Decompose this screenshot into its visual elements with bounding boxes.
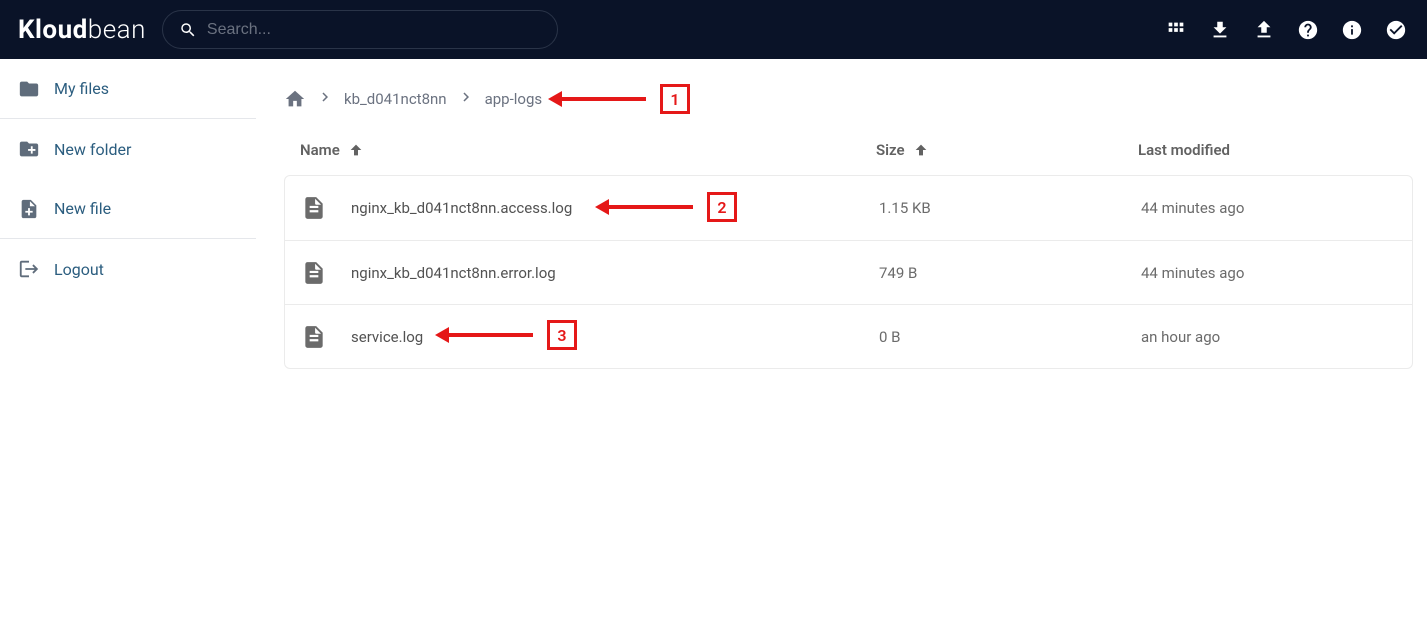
sidebar-item-label: New file (54, 199, 111, 218)
sort-asc-icon (348, 142, 364, 158)
logo[interactable]: Kloudbean (18, 15, 146, 45)
upload-icon[interactable] (1253, 19, 1275, 41)
breadcrumb-item[interactable]: kb_d041nct8nn (344, 90, 447, 108)
file-plus-icon (18, 198, 40, 220)
table-header: Name Size Last modified (284, 125, 1413, 175)
sidebar-item-logout[interactable]: Logout (0, 239, 256, 299)
file-modified: an hour ago (1141, 328, 1396, 346)
file-row[interactable]: nginx_kb_d041nct8nn.access.log 1.15 KB 4… (285, 176, 1412, 240)
file-size: 749 B (879, 264, 1141, 282)
sidebar-item-my-files[interactable]: My files (0, 59, 256, 119)
file-icon (301, 195, 327, 221)
sidebar-item-new-file[interactable]: New file (0, 179, 256, 239)
folder-icon (18, 78, 40, 100)
column-header-modified[interactable]: Last modified (1138, 141, 1397, 159)
column-header-size[interactable]: Size (876, 141, 1138, 159)
help-icon[interactable] (1297, 19, 1319, 41)
file-icon (301, 324, 327, 350)
home-icon[interactable] (284, 88, 306, 110)
breadcrumb-item[interactable]: app-logs (485, 90, 543, 108)
file-modified: 44 minutes ago (1141, 264, 1396, 282)
file-modified: 44 minutes ago (1141, 199, 1396, 217)
sort-asc-icon (913, 142, 929, 158)
file-name: service.log (351, 328, 879, 346)
app-header: Kloudbean (0, 0, 1427, 59)
logout-icon (18, 258, 40, 280)
sidebar-item-new-folder[interactable]: New folder (0, 119, 256, 179)
sidebar-item-label: My files (54, 79, 109, 98)
search-icon (179, 21, 197, 39)
file-size: 1.15 KB (879, 199, 1141, 217)
grid-view-icon[interactable] (1165, 19, 1187, 41)
sidebar-item-label: New folder (54, 140, 131, 159)
file-size: 0 B (879, 328, 1141, 346)
chevron-right-icon (316, 88, 334, 111)
sidebar-item-label: Logout (54, 260, 104, 279)
logo-bold: Kloud (18, 15, 88, 45)
file-row[interactable]: service.log 0 B an hour ago 3 (285, 304, 1412, 368)
search-input[interactable] (207, 21, 541, 39)
logo-thin: bean (88, 15, 146, 45)
info-icon[interactable] (1341, 19, 1363, 41)
chevron-right-icon (457, 88, 475, 111)
check-circle-icon[interactable] (1385, 19, 1407, 41)
file-name: nginx_kb_d041nct8nn.error.log (351, 264, 879, 282)
column-header-name[interactable]: Name (300, 141, 876, 159)
content-area: kb_d041nct8nn app-logs 1 Name Size Last (256, 59, 1427, 641)
header-actions (1165, 19, 1407, 41)
file-list: nginx_kb_d041nct8nn.access.log 1.15 KB 4… (284, 175, 1413, 369)
search-container (162, 10, 558, 49)
file-icon (301, 260, 327, 286)
file-row[interactable]: nginx_kb_d041nct8nn.error.log 749 B 44 m… (285, 240, 1412, 304)
folder-plus-icon (18, 138, 40, 160)
breadcrumb: kb_d041nct8nn app-logs 1 (284, 81, 1413, 117)
file-name: nginx_kb_d041nct8nn.access.log (351, 199, 879, 217)
annotation-1: 1 (560, 84, 690, 114)
sidebar: My files New folder New file Logout (0, 59, 256, 641)
download-icon[interactable] (1209, 19, 1231, 41)
